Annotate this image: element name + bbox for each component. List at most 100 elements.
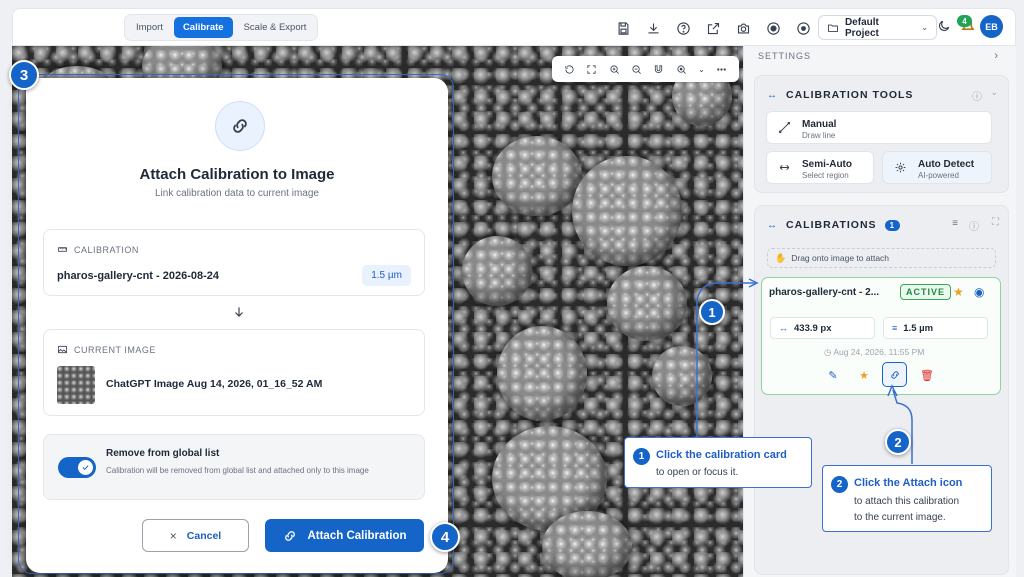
semi-auto-tool-button[interactable]: Semi-Auto Select region: [766, 151, 874, 184]
step-4-marker: 4: [430, 522, 460, 552]
callout-number: 1: [633, 448, 650, 465]
chevron-down-icon[interactable]: ⌄: [698, 65, 705, 74]
project-selector[interactable]: Default Project ⌄: [818, 15, 937, 40]
attach-calibration-dialog: Attach Calibration to Image Link calibra…: [26, 78, 448, 573]
step-2-marker: 2: [885, 429, 911, 455]
particle-cluster: [652, 346, 712, 406]
project-name: Default Project: [844, 16, 879, 39]
image-section-label: CURRENT IMAGE: [57, 344, 156, 355]
dialog-subtitle: Link calibration data to current image: [155, 188, 319, 199]
download-icon[interactable]: [643, 18, 663, 38]
tab-scale-export[interactable]: Scale & Export: [235, 17, 316, 38]
link-icon: [285, 530, 296, 541]
image-thumbnail: [57, 366, 95, 404]
sparkle-icon: [895, 162, 906, 173]
particle-cluster: [607, 266, 687, 341]
ruler-icon: [57, 247, 68, 252]
info-icon[interactable]: ⓘ: [972, 88, 982, 103]
link-icon: [215, 101, 265, 151]
chevron-down-icon: ⌄: [921, 23, 928, 32]
top-toolbar: [613, 18, 813, 38]
calibration-summary-card: CALIBRATION pharos-gallery-cnt - 2026-08…: [43, 229, 425, 296]
particle-cluster: [492, 136, 582, 216]
status-badge: ACTIVE: [900, 284, 952, 300]
zoom-out-icon[interactable]: [631, 64, 642, 75]
tab-calibrate[interactable]: Calibrate: [173, 17, 233, 38]
calibration-tools-section: ↔ CALIBRATION TOOLS ⓘ ⌄ Manual Draw line…: [754, 75, 1009, 193]
record-icon[interactable]: [763, 18, 783, 38]
particle-cluster: [542, 511, 632, 577]
arrows-icon: ↔: [779, 323, 788, 333]
callout-body: to the current image.: [854, 512, 946, 523]
ruler-arrows-icon: ↔: [767, 219, 778, 231]
draw-line-icon: [778, 121, 791, 134]
calibration-date: ◷ Aug 24, 2026, 11:55 PM: [824, 347, 925, 357]
zoom-in-icon[interactable]: [609, 64, 620, 75]
help-icon[interactable]: [673, 18, 693, 38]
arrow-down-icon: [235, 307, 243, 317]
external-link-icon[interactable]: [703, 18, 723, 38]
callout-body: to open or focus it.: [656, 467, 739, 478]
check-icon: [78, 460, 93, 475]
current-image-card: CURRENT IMAGE ChatGPT Image Aug 14, 2026…: [43, 329, 425, 416]
calibration-name: pharos-gallery-cnt - 2026-08-24: [57, 270, 220, 282]
real-length-field: ≡ 1.5 µm: [883, 317, 988, 339]
folder-icon: [828, 24, 838, 32]
chevron-down-icon[interactable]: ⌄: [990, 87, 998, 98]
callout-title: Click the calibration card: [656, 449, 787, 461]
camera-icon[interactable]: [733, 18, 753, 38]
callout-step-1: 1 Click the calibration card to open or …: [624, 437, 812, 488]
rotate-icon[interactable]: [564, 64, 575, 75]
save-icon[interactable]: [613, 18, 633, 38]
hand-icon: ✋: [775, 252, 787, 263]
attach-calibration-button[interactable]: Attach Calibration: [265, 519, 424, 552]
image-icon: [57, 345, 68, 354]
calibration-card[interactable]: pharos-gallery-cnt - 2... ACTIVE ★ ◉ ↔ 4…: [761, 277, 1001, 395]
toggle-description: Calibration will be removed from global …: [106, 466, 369, 475]
callout-number: 2: [831, 476, 848, 493]
tab-import[interactable]: Import: [127, 17, 172, 38]
magnet-icon[interactable]: [653, 64, 664, 75]
remove-global-toggle[interactable]: [58, 457, 96, 478]
dialog-title: Attach Calibration to Image: [139, 166, 335, 183]
target-icon[interactable]: [793, 18, 813, 38]
pixel-length-field: ↔ 433.9 px: [770, 317, 875, 339]
auto-detect-tool-button[interactable]: Auto Detect AI-powered: [882, 151, 992, 184]
calibration-tools-header: ↔ CALIBRATION TOOLS: [767, 89, 914, 101]
select-region-icon: [779, 164, 790, 171]
calibrations-count: 1: [884, 219, 901, 231]
callout-step-2: 2 Click the Attach icon to attach this c…: [822, 465, 992, 532]
current-image-name: ChatGPT Image Aug 14, 2026, 01_16_52 AM: [106, 378, 323, 390]
chevron-right-icon[interactable]: ›: [994, 50, 998, 62]
callout-title: Click the Attach icon: [854, 477, 963, 489]
step-1-marker: 1: [699, 299, 725, 325]
callout-body: to attach this calibration: [854, 496, 960, 507]
particle-cluster: [497, 326, 587, 421]
close-icon: ×: [169, 528, 177, 543]
attach-link-icon[interactable]: [882, 362, 907, 387]
toggle-title: Remove from global list: [106, 448, 220, 459]
star-icon[interactable]: ★: [953, 285, 964, 299]
fit-screen-icon[interactable]: [586, 64, 597, 75]
calibration-value-badge: 1.5 µm: [362, 265, 411, 286]
cancel-button[interactable]: × Cancel: [142, 519, 249, 552]
calibration-section-label: CALIBRATION: [57, 244, 139, 255]
moon-icon[interactable]: [937, 19, 951, 33]
avatar[interactable]: EB: [980, 15, 1003, 38]
delete-icon[interactable]: 🗑: [917, 365, 937, 385]
top-bar: Import Calibrate Scale & Export Default …: [12, 8, 1016, 46]
manual-tool-button[interactable]: Manual Draw line: [766, 111, 992, 144]
zoom-level-icon[interactable]: [676, 64, 687, 75]
info-icon[interactable]: ⓘ: [969, 218, 979, 233]
workflow-tabs: Import Calibrate Scale & Export: [124, 14, 319, 41]
eye-icon[interactable]: ◉: [974, 285, 984, 299]
filter-icon[interactable]: ≡: [952, 218, 958, 229]
settings-label: SETTINGS: [758, 51, 812, 61]
notification-badge: 4: [957, 15, 972, 27]
star-icon[interactable]: ★: [854, 365, 874, 385]
drag-hint: ✋ Drag onto image to attach: [767, 248, 996, 268]
image-toolbar: ⌄: [552, 56, 739, 82]
expand-icon[interactable]: ⛶: [992, 217, 999, 228]
edit-icon[interactable]: ✎: [823, 365, 843, 385]
more-icon[interactable]: [716, 64, 727, 75]
